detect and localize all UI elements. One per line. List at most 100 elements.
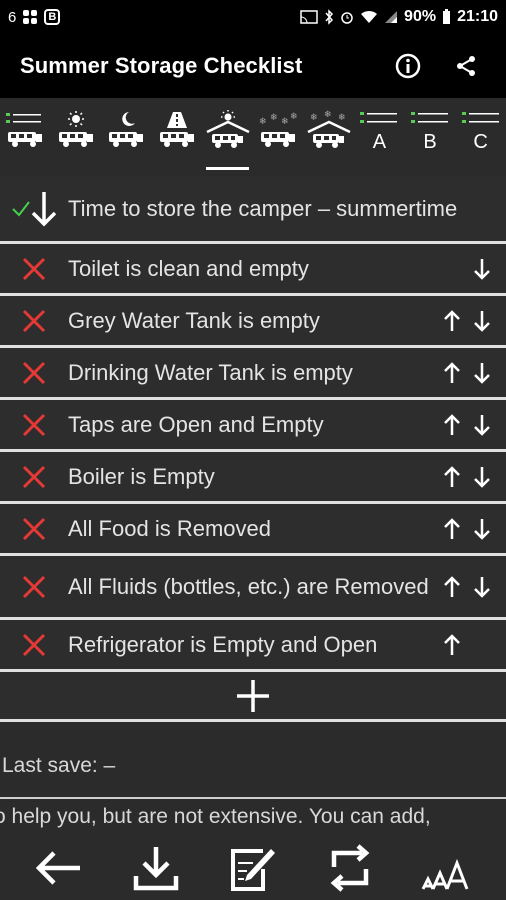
snow-garage-icon: ❄ ❄ ❄ xyxy=(307,110,351,148)
sun-garage-icon xyxy=(206,110,250,148)
move-down-button[interactable] xyxy=(472,309,492,333)
arrow-up-icon xyxy=(444,633,460,655)
tab-label-b: B xyxy=(423,131,437,153)
edit-icon xyxy=(230,848,275,891)
tab-road-camper[interactable] xyxy=(152,98,203,174)
tab-list-camper[interactable] xyxy=(0,98,51,174)
arrow-down-icon xyxy=(474,466,490,488)
checklist-item[interactable]: Grey Water Tank is empty xyxy=(0,296,506,348)
checklist-item[interactable]: Refrigerator is Empty and Open xyxy=(0,620,506,672)
back-arrow-icon xyxy=(35,850,80,885)
last-save-text: Last save: – xyxy=(2,754,116,777)
item-label: Boiler is Empty xyxy=(68,463,215,489)
moon-camper-icon xyxy=(109,112,144,147)
tab-list-a[interactable]: A xyxy=(354,98,405,174)
arrow-up-icon xyxy=(444,413,460,435)
arrow-up-icon xyxy=(444,361,460,383)
tab-moon-camper[interactable] xyxy=(101,98,152,174)
move-up-button[interactable] xyxy=(442,517,462,541)
move-down-button[interactable] xyxy=(472,361,492,385)
item-toggle[interactable] xyxy=(0,517,68,541)
item-toggle[interactable] xyxy=(0,575,68,599)
checklist-item[interactable]: Toilet is clean and empty xyxy=(0,244,506,296)
move-up-button[interactable] xyxy=(442,465,462,489)
arrow-down-icon xyxy=(474,310,490,332)
tab-list-b[interactable]: B xyxy=(405,98,456,174)
item-toggle[interactable] xyxy=(0,361,68,385)
list-b-icon xyxy=(411,112,449,123)
app-bar: Summer Storage Checklist xyxy=(0,34,506,98)
svg-text:❄: ❄ xyxy=(270,113,278,123)
signal-icon xyxy=(385,11,398,23)
add-item-button[interactable] xyxy=(0,672,506,722)
checklist-item[interactable]: Taps are Open and Empty xyxy=(0,400,506,452)
move-down-button[interactable] xyxy=(472,465,492,489)
tab-snow-garage[interactable]: ❄ ❄ ❄ xyxy=(304,98,355,174)
bluetooth-icon xyxy=(325,9,334,25)
cross-icon xyxy=(22,633,46,656)
move-down-button[interactable] xyxy=(472,517,492,541)
category-tabs: ❄ ❄ ❄ ❄ ❄ ❄ ❄ A B C xyxy=(0,98,506,174)
status-bar: 6 B 90% 21:10 xyxy=(0,0,506,34)
move-up-button[interactable] xyxy=(442,633,462,657)
list-c-icon xyxy=(461,112,499,123)
list-a-icon xyxy=(360,112,398,123)
item-label: Refrigerator is Empty and Open xyxy=(68,631,378,657)
save-button[interactable] xyxy=(124,840,188,896)
tab-list-c[interactable]: C xyxy=(455,98,506,174)
move-down-button[interactable] xyxy=(472,413,492,437)
move-up-button[interactable] xyxy=(442,361,462,385)
item-label: Drinking Water Tank is empty xyxy=(68,359,353,385)
section-header[interactable]: Time to store the camper – summertime xyxy=(0,176,506,244)
tab-snow-camper[interactable]: ❄ ❄ ❄ ❄ xyxy=(253,98,304,174)
arrow-up-icon xyxy=(444,517,460,539)
hint-text: o help you, but are not extensive. You c… xyxy=(0,805,431,828)
checklist-item[interactable]: All Fluids (bottles, etc.) are Removed xyxy=(0,556,506,620)
edit-button[interactable] xyxy=(221,840,285,896)
cross-icon xyxy=(22,575,46,598)
checklist-item[interactable]: Drinking Water Tank is empty xyxy=(0,348,506,400)
tab-sun-camper[interactable] xyxy=(51,98,102,174)
move-down-button[interactable] xyxy=(472,575,492,599)
svg-text:❄: ❄ xyxy=(324,110,332,120)
back-button[interactable] xyxy=(27,840,91,896)
sync-button[interactable] xyxy=(318,840,382,896)
item-toggle[interactable] xyxy=(0,413,68,437)
cross-icon xyxy=(22,465,46,488)
cast-icon xyxy=(300,10,318,24)
tab-label-c: C xyxy=(473,131,488,153)
item-toggle[interactable] xyxy=(0,465,68,489)
hint-marquee: o help you, but are not extensive. You c… xyxy=(0,797,506,835)
move-up-button[interactable] xyxy=(442,309,462,333)
svg-text:❄: ❄ xyxy=(310,113,318,123)
text-size-icon xyxy=(422,858,469,890)
arrow-down-icon xyxy=(474,414,490,436)
item-toggle[interactable] xyxy=(0,633,68,657)
text-size-button[interactable] xyxy=(415,840,479,896)
arrow-down-icon xyxy=(474,576,490,598)
info-button[interactable] xyxy=(388,46,428,86)
arrow-down-icon xyxy=(31,191,57,226)
svg-text:❄: ❄ xyxy=(281,117,289,127)
item-label: All Food is Removed xyxy=(68,515,271,541)
status-badge: B xyxy=(44,9,61,25)
tab-sun-garage[interactable] xyxy=(202,98,253,174)
item-toggle[interactable] xyxy=(0,257,68,281)
move-up-button[interactable] xyxy=(442,575,462,599)
cross-icon xyxy=(22,361,46,384)
checklist-item[interactable]: All Food is Removed xyxy=(0,504,506,556)
item-label: All Fluids (bottles, etc.) are Removed xyxy=(68,573,429,599)
share-icon xyxy=(457,56,475,76)
item-toggle[interactable] xyxy=(0,309,68,333)
move-down-button[interactable] xyxy=(472,257,492,281)
cross-icon xyxy=(22,517,46,540)
move-up-button[interactable] xyxy=(442,413,462,437)
road-camper-icon xyxy=(160,112,195,147)
page-title: Summer Storage Checklist xyxy=(20,53,303,78)
sun-camper-icon xyxy=(58,111,93,147)
checklist-item[interactable]: Boiler is Empty xyxy=(0,452,506,504)
checklist: Time to store the camper – summertime To… xyxy=(0,176,506,722)
section-toggle[interactable] xyxy=(0,190,68,228)
share-button[interactable] xyxy=(446,46,486,86)
svg-text:❄: ❄ xyxy=(259,117,267,127)
